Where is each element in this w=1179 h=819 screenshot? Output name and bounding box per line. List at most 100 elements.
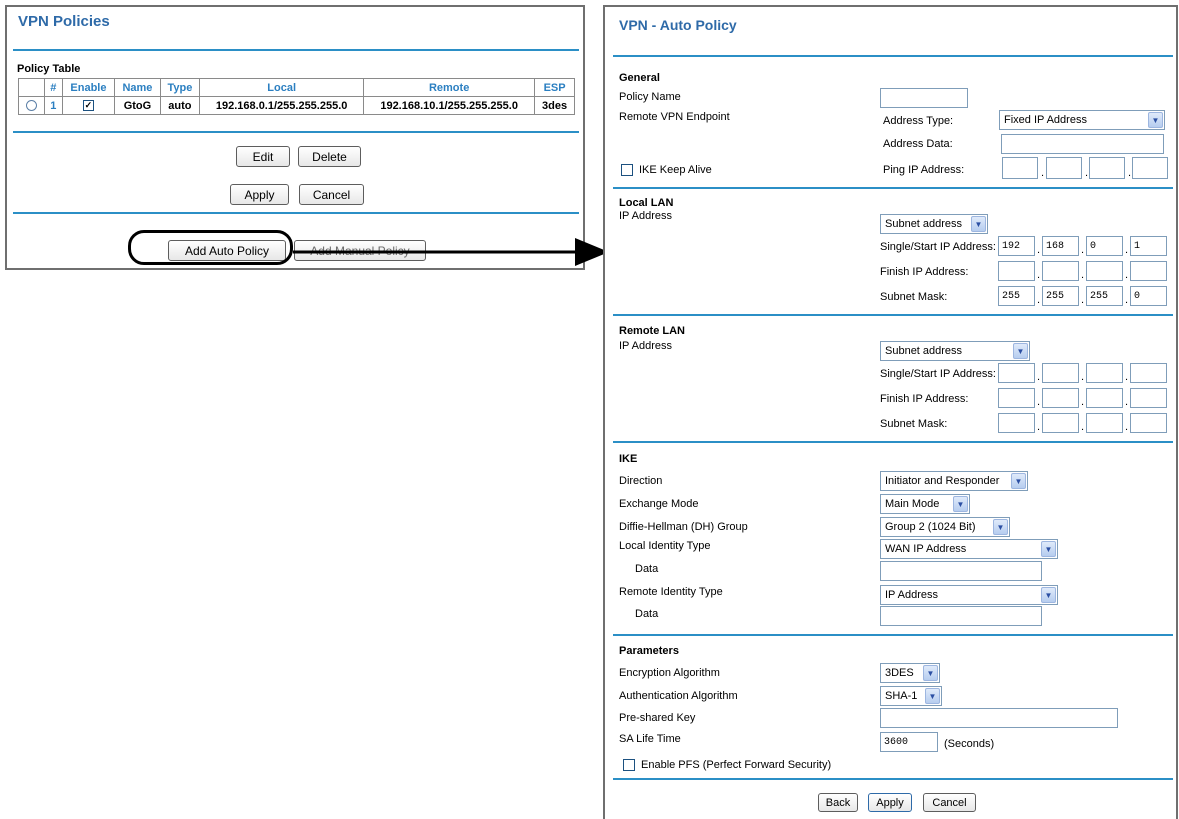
ike-keep-alive-checkbox[interactable] bbox=[621, 164, 633, 176]
back-button[interactable]: Back bbox=[818, 793, 858, 812]
remote-finish-ip-octet-4[interactable] bbox=[1130, 388, 1167, 408]
ip-separator: . bbox=[1081, 371, 1085, 383]
ip-separator: . bbox=[1125, 396, 1129, 408]
pre-shared-key-input[interactable] bbox=[880, 708, 1118, 728]
chevron-down-icon[interactable]: ▼ bbox=[1148, 112, 1163, 128]
local-address-type-select[interactable]: Subnet address ▼ bbox=[880, 214, 988, 234]
sa-life-time-input[interactable]: 3600 bbox=[880, 732, 938, 752]
table-row[interactable]: 1 ✓ GtoG auto 192.168.0.1/255.255.255.0 … bbox=[18, 96, 575, 115]
remote-address-type-select[interactable]: Subnet address ▼ bbox=[880, 341, 1030, 361]
remote-start-ip-octet-1[interactable] bbox=[998, 363, 1035, 383]
ping-ip-octet-1[interactable] bbox=[1002, 157, 1038, 179]
vpn-policies-panel: VPN Policies Policy Table # Enable Name … bbox=[5, 5, 585, 270]
ip-separator: . bbox=[1125, 371, 1129, 383]
remote-finish-ip-octet-3[interactable] bbox=[1086, 388, 1123, 408]
address-type-select[interactable]: Fixed IP Address ▼ bbox=[999, 110, 1165, 130]
ip-separator: . bbox=[1125, 421, 1129, 433]
remote-subnet-mask-octet-2[interactable] bbox=[1042, 413, 1079, 433]
enable-pfs-checkbox[interactable] bbox=[623, 759, 635, 771]
exchange-mode-select[interactable]: Main Mode ▼ bbox=[880, 494, 970, 514]
local-start-ip-octet-2[interactable]: 168 bbox=[1042, 236, 1079, 256]
auto-policy-panel: VPN - Auto Policy General Policy Name Re… bbox=[603, 5, 1178, 819]
policy-name-input[interactable] bbox=[880, 88, 968, 108]
local-finish-ip-octet-3[interactable] bbox=[1086, 261, 1123, 281]
parameters-heading: Parameters bbox=[619, 645, 679, 657]
local-subnet-mask-octet-3[interactable]: 255 bbox=[1086, 286, 1123, 306]
sa-life-time-label: SA Life Time bbox=[619, 733, 681, 745]
local-start-ip-octet-4[interactable]: 1 bbox=[1130, 236, 1167, 256]
add-manual-policy-button[interactable]: Add Manual Policy bbox=[294, 240, 426, 261]
local-subnet-mask-octet-2[interactable]: 255 bbox=[1042, 286, 1079, 306]
ip-separator: . bbox=[1081, 396, 1085, 408]
authentication-algorithm-select[interactable]: SHA-1 ▼ bbox=[880, 686, 942, 706]
chevron-down-icon[interactable]: ▼ bbox=[1041, 541, 1056, 557]
dh-group-value: Group 2 (1024 Bit) bbox=[885, 521, 976, 533]
cancel-button[interactable]: Cancel bbox=[299, 184, 364, 205]
local-finish-ip-label: Finish IP Address: bbox=[880, 266, 969, 278]
remote-ip-address-label: IP Address bbox=[619, 340, 672, 352]
dh-group-select[interactable]: Group 2 (1024 Bit) ▼ bbox=[880, 517, 1010, 537]
check-icon[interactable]: ✓ bbox=[82, 100, 94, 112]
apply-policy-button[interactable]: Apply bbox=[868, 793, 912, 812]
chevron-down-icon[interactable]: ▼ bbox=[1041, 587, 1056, 603]
remote-finish-ip-octet-1[interactable] bbox=[998, 388, 1035, 408]
col-type: Type bbox=[159, 78, 201, 97]
chevron-down-icon[interactable]: ▼ bbox=[953, 496, 968, 512]
remote-subnet-mask-octet-1[interactable] bbox=[998, 413, 1035, 433]
row-select-cell[interactable] bbox=[18, 96, 45, 115]
row-type: auto bbox=[159, 96, 201, 115]
radio-icon[interactable] bbox=[26, 100, 37, 112]
remote-start-ip-octet-2[interactable] bbox=[1042, 363, 1079, 383]
chevron-down-icon[interactable]: ▼ bbox=[923, 665, 938, 681]
local-identity-data-input[interactable] bbox=[880, 561, 1042, 581]
chevron-down-icon[interactable]: ▼ bbox=[993, 519, 1008, 535]
ip-separator: . bbox=[1037, 396, 1041, 408]
remote-start-ip-octet-3[interactable] bbox=[1086, 363, 1123, 383]
remote-finish-ip-octet-2[interactable] bbox=[1042, 388, 1079, 408]
pre-shared-key-label: Pre-shared Key bbox=[619, 712, 696, 724]
remote-subnet-mask-octet-4[interactable] bbox=[1130, 413, 1167, 433]
local-subnet-mask-octet-1[interactable]: 255 bbox=[998, 286, 1035, 306]
divider bbox=[613, 778, 1173, 780]
chevron-down-icon[interactable]: ▼ bbox=[1011, 473, 1026, 489]
local-start-ip-octet-3[interactable]: 0 bbox=[1086, 236, 1123, 256]
enable-pfs-label: Enable PFS (Perfect Forward Security) bbox=[641, 759, 832, 771]
row-enable-cell[interactable]: ✓ bbox=[61, 96, 116, 115]
remote-subnet-mask-octet-3[interactable] bbox=[1086, 413, 1123, 433]
divider bbox=[613, 187, 1173, 189]
apply-button[interactable]: Apply bbox=[230, 184, 289, 205]
ip-separator: . bbox=[1041, 167, 1045, 179]
ike-keep-alive-label: IKE Keep Alive bbox=[639, 164, 712, 176]
address-data-input[interactable] bbox=[1001, 134, 1164, 154]
local-ip-address-label: IP Address bbox=[619, 210, 672, 222]
row-name: GtoG bbox=[114, 96, 161, 115]
local-finish-ip-octet-2[interactable] bbox=[1042, 261, 1079, 281]
chevron-down-icon[interactable]: ▼ bbox=[971, 216, 986, 232]
local-subnet-mask-octet-4[interactable]: 0 bbox=[1130, 286, 1167, 306]
ping-ip-octet-2[interactable] bbox=[1046, 157, 1082, 179]
local-finish-ip-octet-1[interactable] bbox=[998, 261, 1035, 281]
chevron-down-icon[interactable]: ▼ bbox=[1013, 343, 1028, 359]
remote-start-ip-octet-4[interactable] bbox=[1130, 363, 1167, 383]
encryption-algorithm-select[interactable]: 3DES ▼ bbox=[880, 663, 940, 683]
local-identity-type-select[interactable]: WAN IP Address ▼ bbox=[880, 539, 1058, 559]
ping-ip-octet-4[interactable] bbox=[1132, 157, 1168, 179]
edit-button[interactable]: Edit bbox=[236, 146, 290, 167]
col-enable: Enable bbox=[61, 78, 116, 97]
ping-ip-octet-3[interactable] bbox=[1089, 157, 1125, 179]
cancel-policy-button[interactable]: Cancel bbox=[923, 793, 976, 812]
local-identity-type-value: WAN IP Address bbox=[885, 543, 967, 555]
remote-identity-data-input[interactable] bbox=[880, 606, 1042, 626]
divider bbox=[13, 212, 579, 214]
row-remote: 192.168.10.1/255.255.255.0 bbox=[363, 96, 536, 115]
local-start-ip-octet-1[interactable]: 192 bbox=[998, 236, 1035, 256]
ip-separator: . bbox=[1037, 371, 1041, 383]
remote-identity-type-select[interactable]: IP Address ▼ bbox=[880, 585, 1058, 605]
direction-select[interactable]: Initiator and Responder ▼ bbox=[880, 471, 1028, 491]
ip-separator: . bbox=[1081, 269, 1085, 281]
local-finish-ip-octet-4[interactable] bbox=[1130, 261, 1167, 281]
auto-policy-title: VPN - Auto Policy bbox=[619, 17, 737, 33]
col-select bbox=[18, 78, 45, 97]
delete-button[interactable]: Delete bbox=[298, 146, 361, 167]
chevron-down-icon[interactable]: ▼ bbox=[925, 688, 940, 704]
